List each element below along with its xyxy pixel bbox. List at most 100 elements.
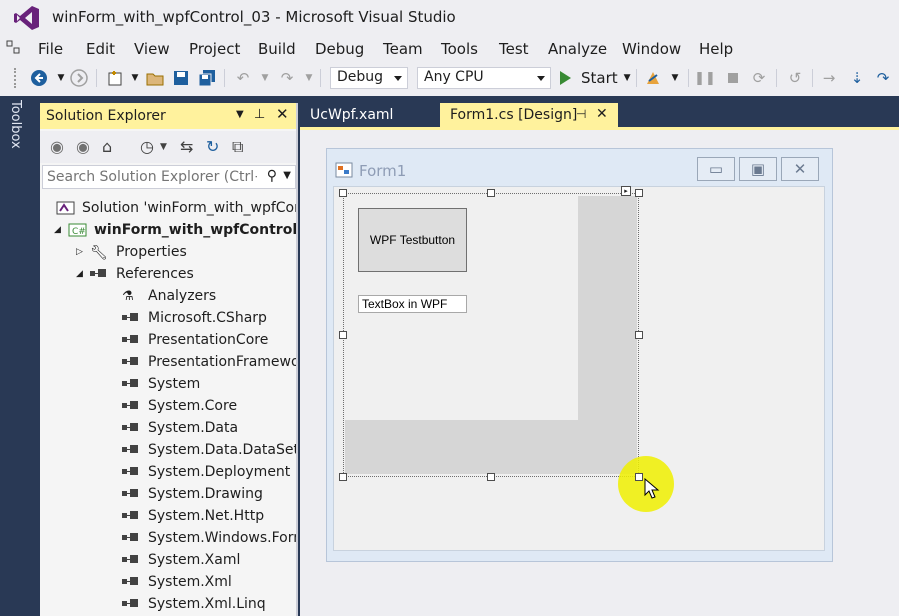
- forward-icon[interactable]: [68, 67, 90, 89]
- pin-icon[interactable]: ⊥: [254, 107, 265, 122]
- wpf-textbox[interactable]: TextBox in WPF: [358, 295, 467, 313]
- forward-icon[interactable]: ◉: [76, 137, 90, 156]
- redo-dropdown-icon[interactable]: ▼: [298, 67, 320, 89]
- tree-solution-node[interactable]: Solution 'winForm_with_wpfContro: [56, 197, 298, 219]
- search-icon[interactable]: ⚲: [267, 168, 277, 184]
- maximize-icon[interactable]: ▣: [739, 157, 777, 181]
- menu-debug[interactable]: Debug: [315, 40, 364, 58]
- tree-properties-node[interactable]: ▷ 🔧︎ Properties: [76, 241, 187, 263]
- refresh-icon[interactable]: ↻: [206, 137, 219, 156]
- menu-team[interactable]: Team: [383, 40, 423, 58]
- redo-icon[interactable]: ↷: [276, 67, 298, 89]
- chevron-down-icon: [537, 76, 545, 81]
- resize-handle-right[interactable]: [635, 331, 643, 339]
- tab-form1-design[interactable]: Form1.cs [Design] ⊣ ✕: [440, 103, 618, 129]
- tree-item[interactable]: PresentationCore: [122, 329, 268, 351]
- tree-item[interactable]: System: [122, 373, 200, 395]
- menu-help[interactable]: Help: [699, 40, 733, 58]
- expanded-arrow-icon[interactable]: ◢: [54, 225, 68, 235]
- save-all-icon[interactable]: [196, 67, 218, 89]
- start-button[interactable]: Start ▼: [560, 67, 631, 89]
- menu-file[interactable]: File: [38, 40, 63, 58]
- menu-tools[interactable]: Tools: [441, 40, 478, 58]
- solution-explorer-header[interactable]: Solution Explorer ▼ ⊥ ✕: [40, 103, 298, 129]
- undo-dropdown-icon[interactable]: ▼: [254, 67, 276, 89]
- resize-handle-top-right[interactable]: [635, 189, 643, 197]
- toolbox-tab[interactable]: Toolbox: [8, 100, 30, 160]
- menu-edit[interactable]: Edit: [86, 40, 115, 58]
- tree-item[interactable]: System.Drawing: [122, 483, 263, 505]
- back-icon[interactable]: [28, 67, 50, 89]
- step-over-icon[interactable]: →: [818, 67, 840, 89]
- pending-dropdown-icon[interactable]: ▼: [160, 142, 167, 152]
- resize-handle-bottom-right[interactable]: [635, 473, 643, 481]
- back-icon[interactable]: ◉: [50, 137, 64, 156]
- stop-icon[interactable]: [722, 67, 744, 89]
- platform-dropdown[interactable]: Any CPU: [417, 67, 551, 89]
- panel-splitter[interactable]: [296, 103, 298, 616]
- open-icon[interactable]: [144, 67, 166, 89]
- close-icon[interactable]: ✕: [781, 157, 819, 181]
- menu-test[interactable]: Test: [499, 40, 529, 58]
- tree-item[interactable]: System.Core: [122, 395, 237, 417]
- resize-handle-top-left[interactable]: [339, 189, 347, 197]
- collapse-all-icon[interactable]: ⧉: [232, 137, 243, 157]
- tree-item[interactable]: System.Xml: [122, 571, 232, 593]
- tree-item[interactable]: System.Data: [122, 417, 238, 439]
- undo-icon[interactable]: ↶: [232, 67, 254, 89]
- menu-build[interactable]: Build: [258, 40, 296, 58]
- restart-icon[interactable]: ⟳: [748, 67, 770, 89]
- pending-changes-icon[interactable]: ◷: [140, 137, 154, 156]
- pause-icon[interactable]: ❚❚: [694, 67, 716, 89]
- menu-window[interactable]: Window: [622, 40, 681, 58]
- minimize-icon[interactable]: ▭: [697, 157, 735, 181]
- resize-handle-bottom-left[interactable]: [339, 473, 347, 481]
- browser-link-dropdown-icon[interactable]: ▼: [664, 67, 686, 89]
- step-into-icon[interactable]: ⇣: [846, 67, 868, 89]
- tree-item[interactable]: System.Xaml: [122, 549, 240, 571]
- pin-icon[interactable]: ⊣: [576, 107, 586, 121]
- reference-icon: [122, 531, 142, 545]
- new-project-icon[interactable]: [104, 67, 126, 89]
- collapsed-arrow-icon[interactable]: ▷: [76, 247, 90, 257]
- tree-item[interactable]: System.Net.Http: [122, 505, 264, 527]
- tree-item[interactable]: Microsoft.CSharp: [122, 307, 267, 329]
- expanded-arrow-icon[interactable]: ◢: [76, 269, 90, 279]
- close-icon[interactable]: ✕: [276, 105, 289, 123]
- new-dropdown-icon[interactable]: ▼: [124, 67, 146, 89]
- search-input[interactable]: [47, 167, 257, 187]
- tree-item[interactable]: System.Deployment: [122, 461, 290, 483]
- tree-project-node[interactable]: ◢ C# winForm_with_wpfControl_0: [54, 219, 298, 241]
- menu-analyze[interactable]: Analyze: [548, 40, 607, 58]
- solution-explorer-search[interactable]: ⚲ ▼: [42, 165, 296, 189]
- sync-icon[interactable]: ⇆: [180, 137, 193, 156]
- menu-project[interactable]: Project: [189, 40, 240, 58]
- tree-item[interactable]: System.Data.DataSetEx: [122, 439, 298, 461]
- show-next-statement-icon[interactable]: ↺: [784, 67, 806, 89]
- menu-view[interactable]: View: [134, 40, 170, 58]
- start-dropdown-icon[interactable]: ▼: [624, 73, 631, 83]
- tree-item[interactable]: System.Windows.Forms: [122, 527, 298, 549]
- configuration-dropdown[interactable]: Debug: [330, 67, 408, 89]
- search-options-icon[interactable]: ▼: [283, 170, 291, 181]
- wpf-test-button[interactable]: WPF Testbutton: [358, 208, 467, 272]
- panel-menu-icon[interactable]: ▼: [236, 109, 244, 120]
- tab-ucwpf-xaml[interactable]: UcWpf.xaml: [300, 103, 440, 129]
- close-icon[interactable]: ✕: [596, 106, 608, 122]
- tree-item[interactable]: System.Xml.Linq: [122, 593, 266, 615]
- tree-references-node[interactable]: ◢ References: [76, 263, 194, 285]
- save-icon[interactable]: [170, 67, 192, 89]
- tree-item-label: System.Data.DataSetEx: [148, 442, 298, 458]
- browser-link-icon[interactable]: [642, 67, 664, 89]
- tree-item[interactable]: PresentationFramework: [122, 351, 298, 373]
- home-icon[interactable]: ⌂: [102, 137, 112, 156]
- tree-item[interactable]: ⚗ Analyzers: [122, 285, 216, 307]
- resize-handle-top[interactable]: [487, 189, 495, 197]
- reference-icon: [122, 377, 142, 391]
- resize-handle-bottom[interactable]: [487, 473, 495, 481]
- smart-tag-icon[interactable]: ▸: [621, 186, 631, 196]
- resize-handle-left[interactable]: [339, 331, 347, 339]
- toolbar-grip[interactable]: [14, 68, 18, 88]
- references-icon: [90, 267, 110, 281]
- step-out-icon[interactable]: ↷: [872, 67, 894, 89]
